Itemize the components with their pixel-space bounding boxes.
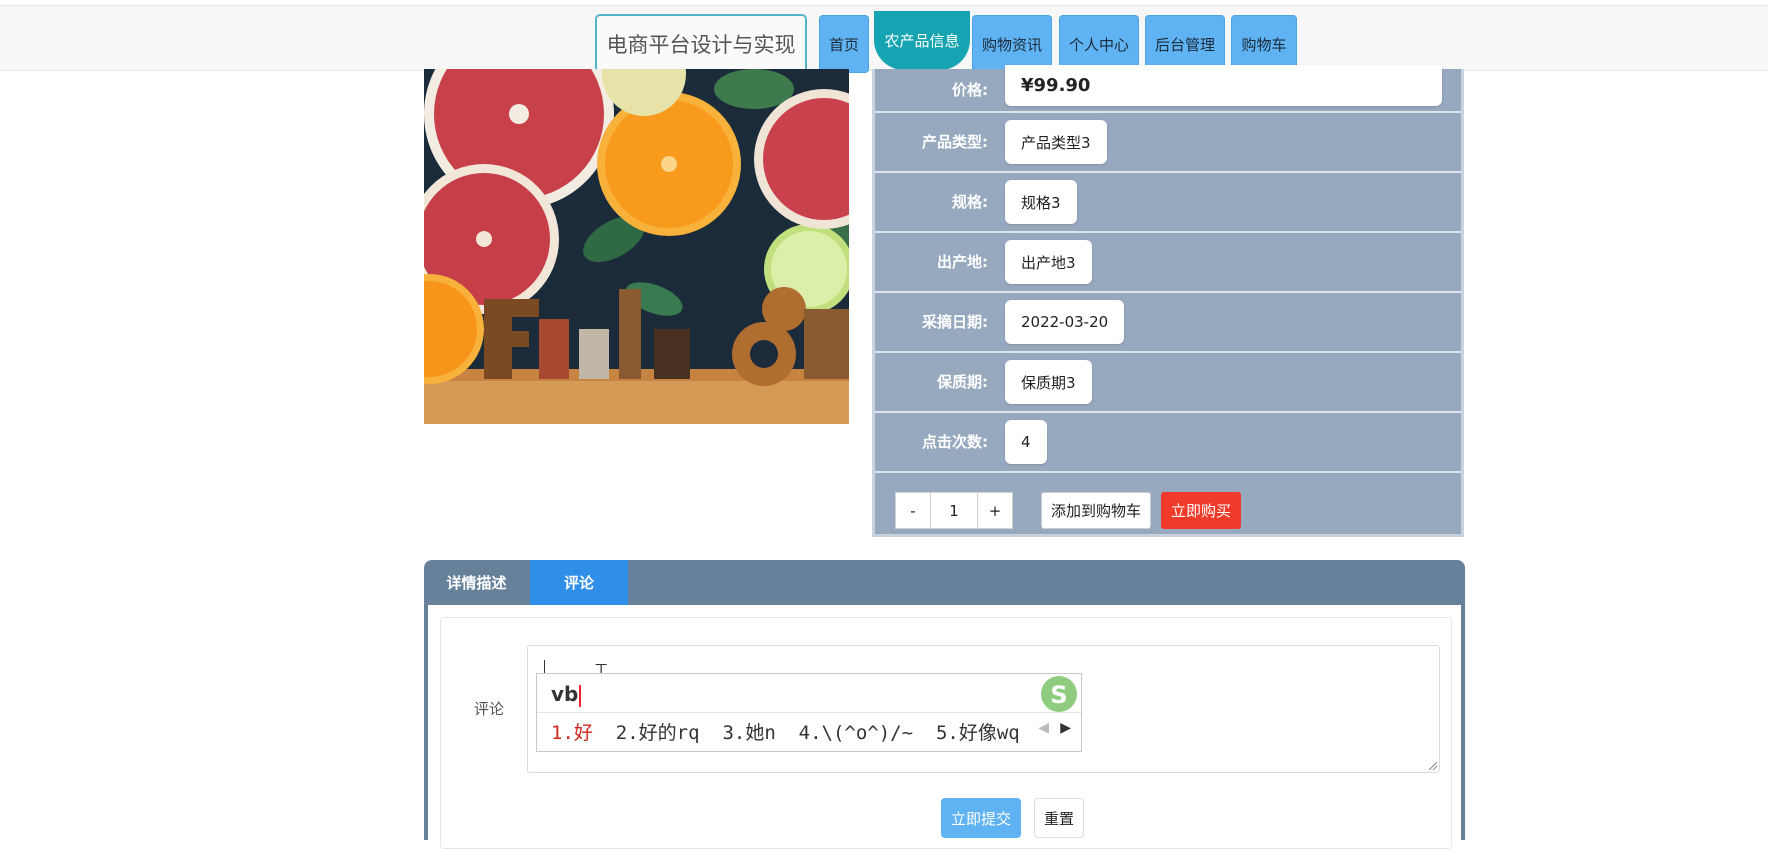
tab-details[interactable]: 详情描述 xyxy=(424,560,529,605)
pick-date-label: 采摘日期: xyxy=(922,313,988,331)
nav-products[interactable]: 农产品信息 xyxy=(874,11,970,70)
quantity-plus-button[interactable]: + xyxy=(977,492,1013,529)
product-image xyxy=(424,69,849,424)
quantity-input[interactable]: 1 xyxy=(930,492,978,529)
type-value: 产品类型3 xyxy=(1005,120,1107,164)
origin-value: 出产地3 xyxy=(1005,240,1092,284)
ime-candidate-popup: vb S 1.好 2.好的rq 3.她n 4.\(^o^)/~ 5.好像wq ◀… xyxy=(536,673,1082,752)
add-to-cart-button[interactable]: 添加到购物车 xyxy=(1041,492,1151,529)
info-row-clicks: 点击次数: 4 xyxy=(875,413,1461,473)
price-value: ¥99.90 xyxy=(1005,65,1442,106)
fruit-photo-icon xyxy=(424,69,849,424)
ime-candidate-4[interactable]: 4.\(^o^)/~ xyxy=(799,722,913,744)
tab-comments[interactable]: 评论 xyxy=(530,560,628,605)
shelf-life-label: 保质期: xyxy=(937,373,988,391)
quantity-row: - 1 + 添加到购物车 立即购买 xyxy=(875,481,1461,531)
ime-prev-page-icon[interactable]: ◀ xyxy=(1038,720,1049,736)
info-row-spec: 规格: 规格3 xyxy=(875,173,1461,233)
comment-form: 评论 𝙸 vb S 1.好 2.好的rq 3.她n 4.\(^o^)/~ xyxy=(440,617,1452,849)
price-label: 价格: xyxy=(952,81,988,99)
ime-candidate-2[interactable]: 2.好的rq xyxy=(616,722,700,744)
top-nav-bar: 电商平台设计与实现 首页 农产品信息 购物资讯 个人中心 后台管理 购物车 xyxy=(0,5,1768,73)
info-row-type: 产品类型: 产品类型3 xyxy=(875,113,1461,173)
ime-candidate-1[interactable]: 1.好 xyxy=(551,722,593,744)
ime-candidate-5[interactable]: 5.好像wq xyxy=(936,722,1020,744)
clicks-value: 4 xyxy=(1005,420,1047,464)
site-title: 电商平台设计与实现 xyxy=(595,14,807,73)
spec-label: 规格: xyxy=(952,193,988,211)
info-row-shelf-life: 保质期: 保质期3 xyxy=(875,353,1461,413)
info-row-origin: 出产地: 出产地3 xyxy=(875,233,1461,293)
type-label: 产品类型: xyxy=(922,133,988,151)
ime-candidates: 1.好 2.好的rq 3.她n 4.\(^o^)/~ 5.好像wq xyxy=(551,717,1020,749)
buy-now-button[interactable]: 立即购买 xyxy=(1161,492,1241,529)
quantity-minus-button[interactable]: - xyxy=(895,492,931,529)
ime-composition: vb xyxy=(551,676,582,712)
comment-label: 评论 xyxy=(474,700,505,718)
product-info-panel: 价格: ¥99.90 产品类型: 产品类型3 规格: 规格3 出产地: 出产地3… xyxy=(872,65,1464,537)
pick-date-value: 2022-03-20 xyxy=(1005,300,1125,344)
tab-body: 评论 𝙸 vb S 1.好 2.好的rq 3.她n 4.\(^o^)/~ xyxy=(428,605,1461,849)
svg-text:S: S xyxy=(1050,681,1067,709)
ime-next-page-icon[interactable]: ▶ xyxy=(1060,720,1071,736)
ime-logo-icon: S xyxy=(1041,676,1077,712)
resize-handle-icon[interactable] xyxy=(1427,760,1437,770)
submit-button[interactable]: 立即提交 xyxy=(941,798,1021,838)
reset-button[interactable]: 重置 xyxy=(1034,798,1084,838)
info-row-price: 价格: ¥99.90 xyxy=(875,65,1461,113)
info-row-pick-date: 采摘日期: 2022-03-20 xyxy=(875,293,1461,353)
tabs-panel: 详情描述 评论 评论 𝙸 vb S 1.好 xyxy=(424,560,1465,849)
origin-label: 出产地: xyxy=(937,253,988,271)
spec-value: 规格3 xyxy=(1005,180,1077,224)
nav-home[interactable]: 首页 xyxy=(819,15,869,73)
clicks-label: 点击次数: xyxy=(922,433,988,451)
ime-candidate-3[interactable]: 3.她n xyxy=(722,722,775,744)
shelf-life-value: 保质期3 xyxy=(1005,360,1092,404)
